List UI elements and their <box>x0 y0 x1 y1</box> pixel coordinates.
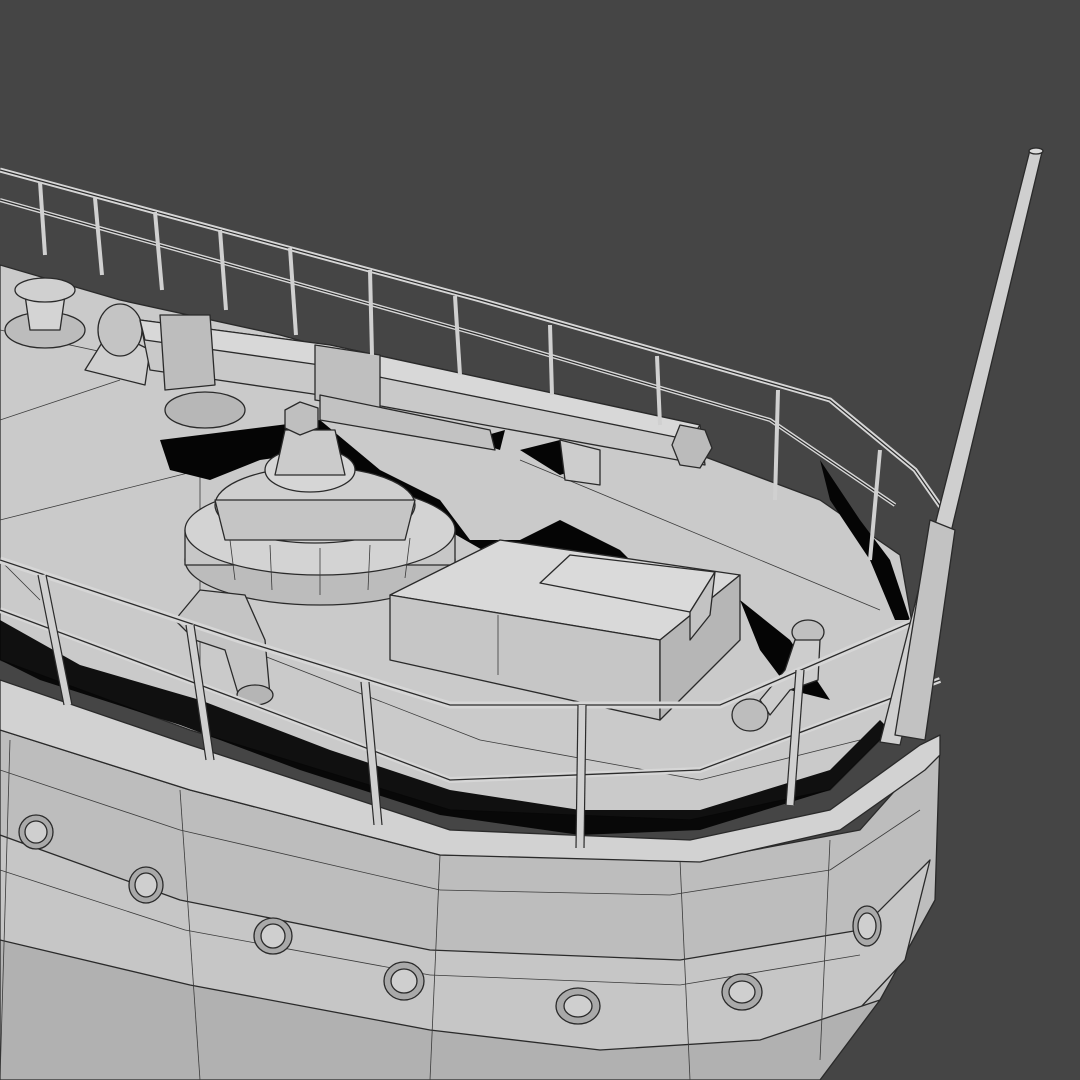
viewport-3d[interactable] <box>0 0 1080 1080</box>
porthole <box>383 961 425 1001</box>
porthole <box>852 905 882 947</box>
porthole <box>18 814 54 850</box>
porthole <box>128 866 164 904</box>
porthole <box>253 917 293 955</box>
porthole <box>555 987 601 1025</box>
porthole <box>721 973 763 1011</box>
ship-bow-model <box>0 0 1080 1080</box>
